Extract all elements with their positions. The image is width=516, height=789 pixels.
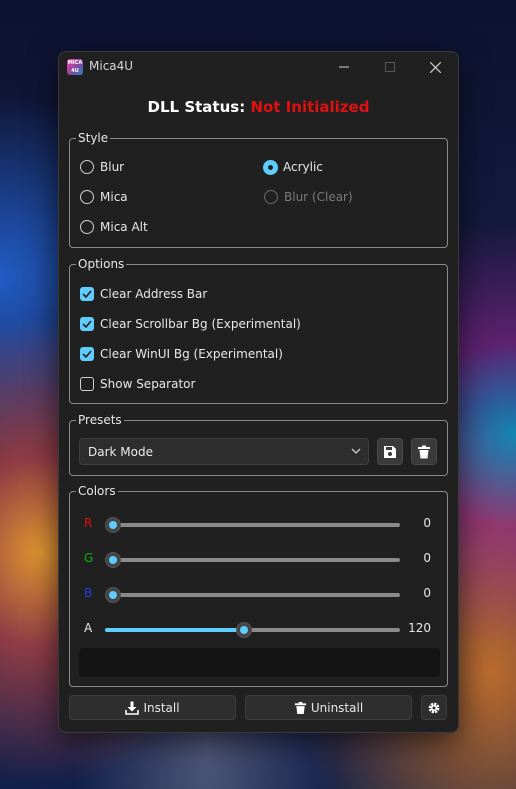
preset-select[interactable]: Dark Mode xyxy=(79,438,369,465)
trash-icon xyxy=(294,701,306,714)
maximize-icon xyxy=(385,62,395,72)
checkbox-label: Show Separator xyxy=(100,377,196,391)
slider-row-b: B 0 xyxy=(70,584,447,604)
install-button[interactable]: Install xyxy=(69,695,236,720)
checkbox-label: Clear Scrollbar Bg (Experimental) xyxy=(100,317,301,331)
app-logo-icon: MICA 4U xyxy=(67,59,83,75)
colors-group: Colors R 0 G 0 B 0 A 120 xyxy=(69,483,448,687)
radio-mica[interactable]: Mica xyxy=(80,190,128,204)
uninstall-label: Uninstall xyxy=(310,700,364,715)
checkbox-clear-scrollbar-bg[interactable]: Clear Scrollbar Bg (Experimental) xyxy=(80,317,301,331)
save-preset-button[interactable] xyxy=(377,438,403,465)
color-preview xyxy=(79,648,440,677)
style-group-label: Style xyxy=(76,130,111,146)
uninstall-button[interactable]: Uninstall xyxy=(245,695,412,720)
chevron-down-icon xyxy=(351,448,361,454)
slider-row-a: A 120 xyxy=(70,619,447,639)
window-title: Mica4U xyxy=(89,59,134,73)
title-bar[interactable]: MICA 4U Mica4U xyxy=(59,52,458,82)
maximize-button[interactable] xyxy=(367,52,413,82)
close-button[interactable] xyxy=(412,52,458,82)
checkmark-icon xyxy=(82,290,92,298)
checkbox-box[interactable] xyxy=(80,347,94,361)
presets-group: Presets Dark Mode xyxy=(69,412,448,476)
checkbox-box[interactable] xyxy=(80,377,94,391)
dll-status-label: DLL Status: xyxy=(147,98,246,116)
slider-value-a: 120 xyxy=(408,621,431,635)
dll-status-value: Not Initialized xyxy=(250,98,370,116)
checkbox-clear-winui-bg[interactable]: Clear WinUI Bg (Experimental) xyxy=(80,347,283,361)
radio-label: Mica xyxy=(100,190,128,204)
slider-track-g[interactable] xyxy=(105,552,400,568)
mica4u-window: MICA 4U Mica4U DLL Status: Not Initializ… xyxy=(58,51,459,733)
slider-row-g: G 0 xyxy=(70,549,447,569)
slider-fill-a xyxy=(105,628,244,632)
radio-label: Acrylic xyxy=(283,160,323,174)
slider-row-r: R 0 xyxy=(70,514,447,534)
slider-value-g: 0 xyxy=(423,551,431,565)
close-icon xyxy=(429,61,441,73)
slider-track-r[interactable] xyxy=(105,517,400,533)
options-group-label: Options xyxy=(76,256,127,272)
options-group: Options Clear Address Bar Clear Scrollba… xyxy=(69,256,448,404)
slider-thumb-r[interactable] xyxy=(105,517,121,533)
slider-value-b: 0 xyxy=(423,586,431,600)
slider-thumb-a[interactable] xyxy=(236,622,252,638)
download-icon xyxy=(125,701,140,715)
slider-label-r: R xyxy=(84,516,93,530)
trash-icon xyxy=(418,445,430,458)
radio-label: Blur (Clear) xyxy=(284,190,353,204)
checkmark-icon xyxy=(82,350,92,358)
radio-blur-clear: Blur (Clear) xyxy=(264,190,353,204)
checkbox-show-separator[interactable]: Show Separator xyxy=(80,377,195,391)
colors-group-label: Colors xyxy=(76,483,118,499)
style-group: Style Blur Acrylic Mica Blur (Clear) Mic… xyxy=(69,130,448,248)
radio-circle[interactable] xyxy=(80,190,94,204)
slider-label-b: B xyxy=(84,586,93,600)
minimize-button[interactable] xyxy=(321,52,367,82)
checkbox-box[interactable] xyxy=(80,287,94,301)
radio-circle-disabled xyxy=(264,190,278,204)
install-label: Install xyxy=(143,700,180,715)
radio-label: Mica Alt xyxy=(100,220,148,234)
slider-label-a: A xyxy=(84,621,93,635)
checkbox-label: Clear Address Bar xyxy=(100,287,208,301)
minimize-icon xyxy=(339,66,349,68)
delete-preset-button[interactable] xyxy=(411,438,437,465)
checkmark-icon xyxy=(82,320,92,328)
slider-label-g: G xyxy=(84,551,94,565)
radio-acrylic[interactable]: Acrylic xyxy=(264,160,323,174)
save-icon xyxy=(384,445,396,458)
slider-thumb-b[interactable] xyxy=(105,587,121,603)
radio-label: Blur xyxy=(100,160,125,174)
radio-circle[interactable] xyxy=(80,160,94,174)
slider-track-b[interactable] xyxy=(105,587,400,603)
slider-value-r: 0 xyxy=(423,516,431,530)
presets-group-label: Presets xyxy=(76,412,124,428)
radio-circle-selected[interactable] xyxy=(264,160,277,174)
gear-icon xyxy=(428,702,440,713)
checkbox-clear-address-bar[interactable]: Clear Address Bar xyxy=(80,287,207,301)
checkbox-box[interactable] xyxy=(80,317,94,331)
dll-status: DLL Status: Not Initialized xyxy=(59,98,458,116)
slider-track-a[interactable] xyxy=(105,622,400,638)
radio-blur[interactable]: Blur xyxy=(80,160,124,174)
radio-circle[interactable] xyxy=(80,220,94,234)
checkbox-label: Clear WinUI Bg (Experimental) xyxy=(100,347,283,361)
radio-mica-alt[interactable]: Mica Alt xyxy=(80,220,148,234)
settings-button[interactable] xyxy=(421,695,447,720)
slider-thumb-g[interactable] xyxy=(105,552,121,568)
preset-select-value: Dark Mode xyxy=(88,445,153,459)
